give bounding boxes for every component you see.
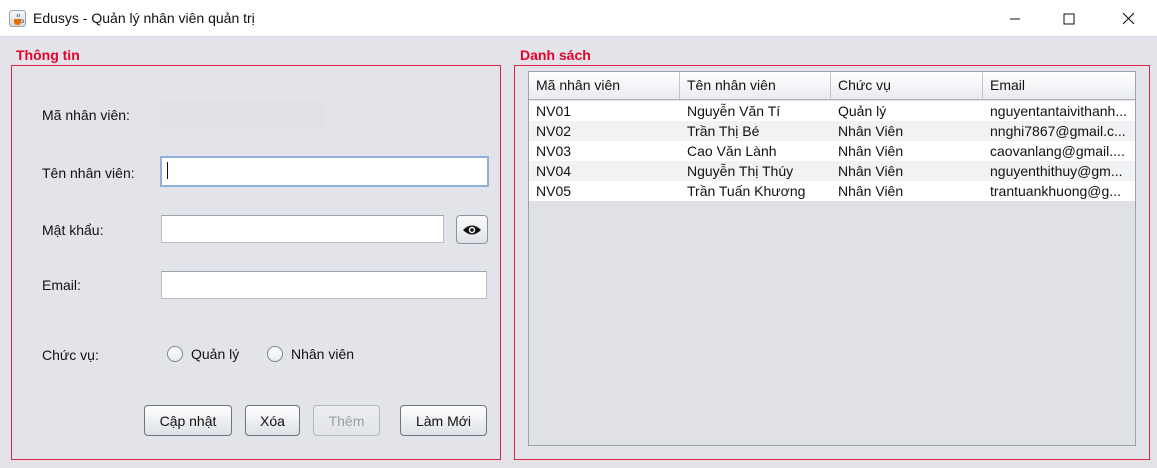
info-panel-title: Thông tin	[16, 47, 80, 63]
title-bar: Edusys - Quản lý nhân viên quản trị	[0, 0, 1157, 37]
cell-employee-name: Nguyễn Thị Thúy	[687, 163, 794, 179]
email-label: Email:	[42, 277, 81, 293]
role-radio-manager[interactable]: Quản lý	[167, 346, 239, 362]
employee-name-label: Tên nhân viên:	[42, 165, 135, 181]
table-row[interactable]: NV01 Nguyễn Văn Tí Quản lý nguyentantaiv…	[529, 101, 1135, 121]
java-coffee-icon	[9, 10, 26, 27]
maximize-icon	[1063, 13, 1075, 24]
minimize-button[interactable]	[992, 0, 1038, 37]
cell-employee-name: Cao Văn Lành	[687, 143, 777, 159]
cell-employee-id: NV02	[536, 123, 572, 139]
cell-employee-name: Nguyễn Văn Tí	[687, 103, 781, 119]
table-row[interactable]: NV05 Trần Tuấn Khương Nhân Viên trantuan…	[529, 181, 1135, 201]
delete-button[interactable]: Xóa	[245, 405, 300, 436]
window-title: Edusys - Quản lý nhân viên quản trị	[33, 10, 255, 26]
column-header-email[interactable]: Email	[983, 72, 1135, 99]
add-button: Thêm	[313, 405, 380, 436]
password-input[interactable]	[161, 215, 444, 243]
show-password-button[interactable]	[456, 215, 488, 244]
cell-email: nnghi7867@gmail.c...	[990, 123, 1126, 139]
cell-role: Nhân Viên	[838, 143, 904, 159]
role-radio-employee[interactable]: Nhân viên	[267, 346, 354, 362]
radio-button-icon	[167, 346, 183, 362]
role-radio-employee-label: Nhân viên	[291, 346, 355, 362]
role-radio-manager-label: Quản lý	[191, 346, 240, 362]
eye-icon	[463, 225, 481, 234]
minimize-icon	[1010, 18, 1020, 19]
close-icon	[1122, 12, 1134, 25]
cell-employee-name: Trần Tuấn Khương	[687, 183, 806, 199]
reset-button[interactable]: Làm Mới	[400, 405, 487, 436]
cell-employee-id: NV01	[536, 103, 572, 119]
update-button[interactable]: Cập nhật	[144, 405, 232, 436]
table-body: NV01 Nguyễn Văn Tí Quản lý nguyentantaiv…	[529, 101, 1135, 201]
table-row[interactable]: NV02 Trần Thị Bé Nhân Viên nnghi7867@gma…	[529, 121, 1135, 141]
list-panel-title: Danh sách	[520, 47, 591, 63]
cell-email: trantuankhuong@g...	[990, 183, 1121, 199]
cell-email: nguyenthithuy@gm...	[990, 163, 1123, 179]
cell-email: nguyentantaivithanh...	[990, 103, 1127, 119]
radio-button-icon	[267, 346, 283, 362]
password-label: Mật khẩu:	[42, 222, 104, 238]
column-header-employee-id[interactable]: Mã nhân viên	[529, 72, 680, 99]
employee-name-input[interactable]	[160, 156, 489, 187]
cell-employee-id: NV05	[536, 183, 572, 199]
table-row[interactable]: NV04 Nguyễn Thị Thúy Nhân Viên nguyenthi…	[529, 161, 1135, 181]
cell-role: Nhân Viên	[838, 123, 904, 139]
employee-id-field	[161, 101, 325, 129]
maximize-button[interactable]	[1046, 0, 1092, 37]
column-header-role[interactable]: Chức vụ	[831, 72, 983, 99]
cell-employee-id: NV04	[536, 163, 572, 179]
cell-email: caovanlang@gmail....	[990, 143, 1125, 159]
email-input[interactable]	[161, 271, 487, 299]
table-header: Mã nhân viên Tên nhân viên Chức vụ Email	[529, 72, 1135, 100]
cell-role: Nhân Viên	[838, 183, 904, 199]
employee-table[interactable]: Mã nhân viên Tên nhân viên Chức vụ Email…	[528, 71, 1136, 446]
column-header-employee-name[interactable]: Tên nhân viên	[680, 72, 831, 99]
employee-id-label: Mã nhân viên:	[42, 107, 130, 123]
cell-employee-id: NV03	[536, 143, 572, 159]
table-row[interactable]: NV03 Cao Văn Lành Nhân Viên caovanlang@g…	[529, 141, 1135, 161]
text-caret	[167, 162, 168, 179]
cell-employee-name: Trần Thị Bé	[687, 123, 760, 139]
cell-role: Quản lý	[838, 103, 887, 119]
role-label: Chức vụ:	[42, 347, 99, 363]
cell-role: Nhân Viên	[838, 163, 904, 179]
close-button[interactable]	[1105, 0, 1151, 37]
